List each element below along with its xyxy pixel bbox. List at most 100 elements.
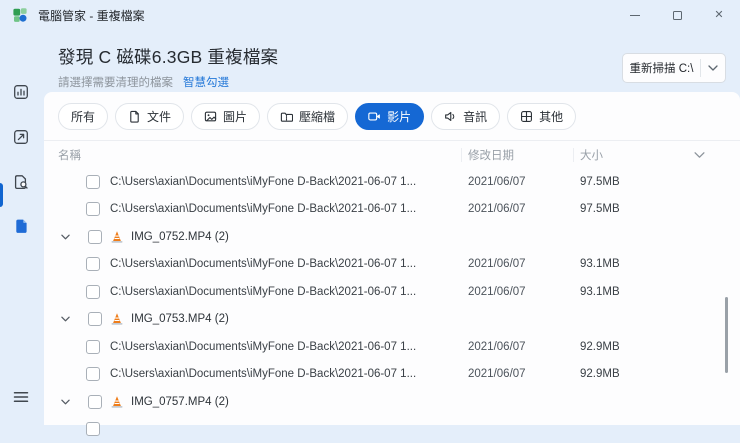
row-checkbox[interactable]	[86, 285, 100, 299]
window-controls: ✕	[614, 0, 740, 30]
close-button[interactable]: ✕	[698, 0, 740, 30]
chevron-down-icon[interactable]	[61, 234, 70, 240]
filter-chip-other[interactable]: 其他	[507, 103, 576, 130]
column-header-modified: 修改日期	[468, 147, 514, 163]
vlc-cone-icon	[110, 230, 124, 244]
file-size: 97.5MB	[580, 203, 620, 215]
rescan-dropdown-button[interactable]	[701, 54, 725, 82]
audio-icon	[444, 110, 457, 123]
image-icon	[204, 110, 217, 123]
page-subtitle: 請選擇需要清理的檔案	[58, 74, 173, 90]
file-scan-icon	[12, 173, 30, 191]
table-group-row: IMG_0752.MP4 (2)	[44, 223, 740, 251]
filter-label: 文件	[147, 108, 171, 125]
rescan-button[interactable]: 重新掃描 C:\	[623, 54, 700, 82]
group-name: IMG_0753.MP4 (2)	[131, 313, 229, 325]
column-header-size: 大小	[580, 147, 603, 163]
row-checkbox[interactable]	[86, 367, 100, 381]
group-name: IMG_0757.MP4 (2)	[131, 396, 229, 408]
filter-chip-archives[interactable]: 壓縮檔	[267, 103, 348, 130]
sidebar	[0, 30, 42, 425]
file-size: 97.5MB	[580, 176, 620, 188]
row-checkbox[interactable]	[86, 175, 100, 189]
group-checkbox[interactable]	[88, 312, 102, 326]
file-size: 92.9MB	[580, 341, 620, 353]
stats-icon	[12, 83, 30, 101]
page-subtitle-row: 請選擇需要清理的檔案 智慧勾選	[58, 74, 229, 90]
filter-label: 圖片	[223, 108, 247, 125]
table-row: C:\Users\axian\Documents\iMyFone D-Back\…	[44, 196, 740, 224]
table-row: C:\Users\axian\Documents\iMyFone D-Back\…	[44, 251, 740, 279]
table-header: 名稱 修改日期 大小	[44, 140, 740, 168]
file-date: 2021/06/07	[468, 368, 526, 380]
file-date: 2021/06/07	[468, 176, 526, 188]
file-size: 93.1MB	[580, 258, 620, 270]
grid-icon	[520, 110, 533, 123]
file-size: 93.1MB	[580, 286, 620, 298]
sidebar-item-stats[interactable]	[7, 78, 35, 106]
filter-label: 音訊	[463, 108, 487, 125]
table-group-row: IMG_0757.MP4 (2)	[44, 388, 740, 416]
page-title: 發現 C 磁碟6.3GB 重複檔案	[58, 44, 278, 69]
filter-label: 影片	[387, 108, 411, 125]
maximize-icon	[673, 11, 682, 20]
chevron-down-icon[interactable]	[61, 399, 70, 405]
filter-chip-all[interactable]: 所有	[58, 103, 108, 130]
hamburger-icon	[12, 388, 30, 406]
file-path: C:\Users\axian\Documents\iMyFone D-Back\…	[110, 203, 416, 215]
filter-label: 所有	[71, 108, 95, 125]
table-row: C:\Users\axian\Documents\iMyFone D-Back\…	[44, 333, 740, 361]
table-row: C:\Users\axian\Documents\iMyFone D-Back\…	[44, 361, 740, 389]
document-icon	[128, 110, 141, 123]
row-checkbox[interactable]	[86, 257, 100, 271]
chevron-down-icon[interactable]	[61, 316, 70, 322]
file-date: 2021/06/07	[468, 203, 526, 215]
sort-chevron-down-icon[interactable]	[694, 151, 705, 158]
filter-label: 壓縮檔	[299, 108, 335, 125]
row-checkbox[interactable]	[86, 422, 100, 436]
file-date: 2021/06/07	[468, 258, 526, 270]
row-checkbox[interactable]	[86, 202, 100, 216]
filter-chip-images[interactable]: 圖片	[191, 103, 260, 130]
table-row: C:\Users\axian\Documents\iMyFone D-Back\…	[44, 168, 740, 196]
sidebar-item-file-scan[interactable]	[7, 168, 35, 196]
app-logo-icon	[12, 7, 28, 23]
duplicate-files-icon	[12, 217, 30, 235]
column-divider	[573, 148, 574, 162]
file-date: 2021/06/07	[468, 286, 526, 298]
file-path: C:\Users\axian\Documents\iMyFone D-Back\…	[110, 286, 416, 298]
sidebar-item-duplicate-files[interactable]	[7, 212, 35, 240]
group-checkbox[interactable]	[88, 230, 102, 244]
smart-select-link[interactable]: 智慧勾選	[183, 74, 229, 90]
table-body: C:\Users\axian\Documents\iMyFone D-Back\…	[44, 168, 740, 443]
file-path: C:\Users\axian\Documents\iMyFone D-Back\…	[110, 341, 416, 353]
column-divider	[461, 148, 462, 162]
rescan-split-button: 重新掃描 C:\	[622, 53, 726, 83]
table-group-row: IMG_0753.MP4 (2)	[44, 306, 740, 334]
clean-icon	[12, 128, 30, 146]
group-name: IMG_0752.MP4 (2)	[131, 231, 229, 243]
group-checkbox[interactable]	[88, 395, 102, 409]
file-size: 92.9MB	[580, 368, 620, 380]
chevron-down-icon	[708, 65, 718, 71]
table-row-partial	[44, 416, 740, 443]
table-row: C:\Users\axian\Documents\iMyFone D-Back\…	[44, 278, 740, 306]
maximize-button[interactable]	[656, 0, 698, 30]
minimize-icon	[630, 15, 640, 16]
sidebar-menu-button[interactable]	[7, 383, 35, 411]
vertical-scrollbar-thumb[interactable]	[725, 297, 728, 373]
sidebar-item-clean[interactable]	[7, 123, 35, 151]
filter-chip-videos[interactable]: 影片	[355, 103, 424, 130]
close-icon: ✕	[714, 10, 723, 21]
filter-label: 其他	[539, 108, 563, 125]
file-path: C:\Users\axian\Documents\iMyFone D-Back\…	[110, 258, 416, 270]
minimize-button[interactable]	[614, 0, 656, 30]
archive-icon	[280, 110, 293, 123]
content-card: 所有 文件 圖片	[44, 92, 740, 425]
row-checkbox[interactable]	[86, 340, 100, 354]
filter-chip-audio[interactable]: 音訊	[431, 103, 500, 130]
video-icon	[368, 110, 381, 123]
titlebar: 電腦管家 - 重複檔案 ✕	[0, 0, 740, 30]
column-header-name: 名稱	[58, 147, 81, 163]
filter-chip-documents[interactable]: 文件	[115, 103, 184, 130]
